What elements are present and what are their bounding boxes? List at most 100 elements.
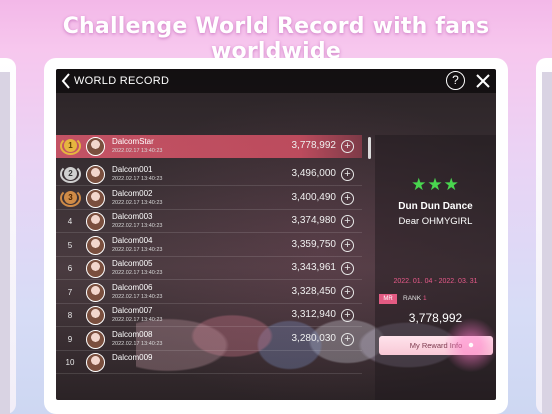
player-name: Dalcom004 <box>112 235 153 245</box>
table-row[interactable]: 3 Dalcom002 2022.02.17 13:40:23 3,400,49… <box>56 187 362 210</box>
record-date: 2022.02.17 13:40:23 <box>112 199 163 206</box>
mr-badge: MR <box>379 294 397 304</box>
rank-number: 7 <box>67 287 73 297</box>
player-name: Dalcom001 <box>112 165 153 174</box>
add-friend-button[interactable]: + <box>341 191 354 205</box>
event-period: 2022. 01. 04 - 2022. 03. 31 <box>393 278 478 285</box>
avatar <box>86 306 105 325</box>
record-date: 2022.02.17 13:40:23 <box>112 176 163 182</box>
song-artist: Dear OHMYGIRL <box>398 216 473 227</box>
table-row[interactable]: 10 Dalcom009 <box>56 351 362 374</box>
question-circle-icon: ? <box>452 73 459 87</box>
avatar <box>86 165 105 184</box>
top-bar: WORLD RECORD ? <box>56 69 496 93</box>
add-friend-button[interactable]: + <box>341 238 354 252</box>
player-score: 3,374,980 <box>291 215 337 226</box>
world-record-screen: WORLD RECORD ? 1 DalcomStar 2022.02.17 1… <box>56 69 496 400</box>
leaderboard-scrollbar[interactable] <box>368 137 371 159</box>
plus-circle-icon: + <box>344 191 351 204</box>
plus-circle-icon: + <box>344 168 351 180</box>
chevron-left-icon <box>61 73 70 89</box>
player-name: Dalcom005 <box>112 259 153 268</box>
silver-medal-icon: 2 <box>60 163 81 185</box>
add-friend-button[interactable]: + <box>341 168 354 181</box>
close-button[interactable] <box>474 72 492 90</box>
add-friend-button[interactable]: + <box>341 285 354 299</box>
rank-number: 4 <box>67 217 73 226</box>
rank-number: 9 <box>67 334 73 344</box>
record-date: 2022.02.17 13:40:23 <box>112 270 163 276</box>
plus-circle-icon: + <box>344 262 351 274</box>
add-friend-button[interactable]: + <box>341 140 354 153</box>
player-score: 3,343,961 <box>291 262 337 273</box>
rank-number: 8 <box>67 311 73 320</box>
plus-circle-icon: + <box>344 140 351 152</box>
back-button[interactable] <box>60 72 74 90</box>
help-button[interactable]: ? <box>446 71 465 90</box>
record-date: 2022.02.17 13:40:23 <box>112 223 163 229</box>
avatar <box>86 235 105 255</box>
table-row[interactable]: 9 Dalcom008 2022.02.17 13:40:23 3,280,03… <box>56 328 362 351</box>
song-title: Dun Dun Dance <box>398 201 473 212</box>
plus-circle-icon: + <box>344 285 351 298</box>
plus-circle-icon: + <box>344 332 351 345</box>
record-date: 2022.02.17 13:40:23 <box>112 148 163 154</box>
player-name: Dalcom007 <box>112 306 153 315</box>
player-name: DalcomStar <box>112 137 154 146</box>
avatar <box>86 329 105 349</box>
avatar <box>86 212 105 231</box>
previous-screenshot-card <box>0 58 16 414</box>
table-row[interactable]: 5 Dalcom004 2022.02.17 13:40:23 3,359,75… <box>56 234 362 257</box>
avatar <box>86 137 105 156</box>
close-icon <box>476 74 490 88</box>
table-row[interactable]: 2 Dalcom001 2022.02.17 13:40:23 3,496,00… <box>56 163 362 186</box>
add-friend-button[interactable]: + <box>341 215 354 228</box>
next-screenshot-image <box>542 72 552 414</box>
rank-number: 5 <box>67 240 73 250</box>
player-name: Dalcom006 <box>112 282 153 292</box>
rank-number: 6 <box>67 264 73 273</box>
leaderboard-list[interactable]: 1 DalcomStar 2022.02.17 13:40:23 3,778,9… <box>56 135 367 400</box>
star-rating: ★★★ <box>411 175 460 194</box>
sparkle-decoration <box>436 310 506 380</box>
my-record-row[interactable]: 1 DalcomStar 2022.02.17 13:40:23 3,778,9… <box>56 135 362 158</box>
next-screenshot-card <box>536 58 552 414</box>
table-row[interactable]: 4 Dalcom003 2022.02.17 13:40:23 3,374,98… <box>56 210 362 233</box>
plus-circle-icon: + <box>344 309 351 321</box>
player-score: 3,328,450 <box>291 285 337 297</box>
player-name: Dalcom003 <box>112 212 153 221</box>
add-friend-button[interactable]: + <box>341 309 354 322</box>
plus-circle-icon: + <box>344 215 351 227</box>
player-name: Dalcom002 <box>112 188 153 198</box>
headline: Challenge World Record with fans worldwi… <box>62 14 490 64</box>
rank-value: 1 <box>423 295 427 302</box>
table-row[interactable]: 8 Dalcom007 2022.02.17 13:40:23 3,312,94… <box>56 304 362 327</box>
player-score: 3,312,940 <box>291 309 337 320</box>
plus-circle-icon: + <box>344 238 351 251</box>
record-date: 2022.02.17 13:40:23 <box>112 317 163 323</box>
previous-screenshot-image <box>0 72 10 414</box>
player-name: Dalcom009 <box>112 353 153 362</box>
rank-number: 10 <box>65 358 75 367</box>
player-name: Dalcom008 <box>112 329 153 339</box>
bronze-medal-icon: 3 <box>60 187 81 209</box>
avatar <box>86 188 105 208</box>
gold-medal-icon: 1 <box>60 135 81 157</box>
table-row[interactable]: 7 Dalcom006 2022.02.17 13:40:23 3,328,45… <box>56 281 362 304</box>
player-score: 3,359,750 <box>291 238 337 250</box>
avatar <box>86 353 105 372</box>
record-date: 2022.02.17 13:40:23 <box>112 340 163 347</box>
player-score: 3,280,030 <box>291 332 337 344</box>
record-date: 2022.02.17 13:40:23 <box>112 293 163 300</box>
window-title: WORLD RECORD <box>74 75 170 87</box>
player-score: 3,496,000 <box>291 168 337 179</box>
rank-label: RANK <box>403 295 422 302</box>
avatar <box>86 282 105 302</box>
table-row[interactable]: 6 Dalcom005 2022.02.17 13:40:23 3,343,96… <box>56 257 362 280</box>
add-friend-button[interactable]: + <box>341 262 354 275</box>
player-score: 3,778,992 <box>291 140 337 151</box>
player-score: 3,400,490 <box>291 191 337 203</box>
avatar <box>86 259 105 278</box>
record-date: 2022.02.17 13:40:23 <box>112 246 163 253</box>
add-friend-button[interactable]: + <box>341 332 354 346</box>
